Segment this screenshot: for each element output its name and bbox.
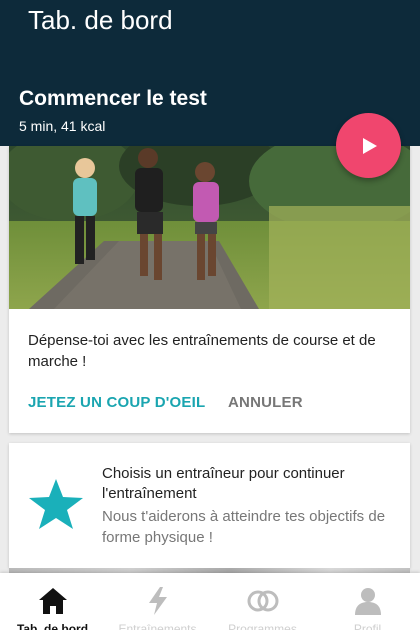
nav-item-dashboard[interactable]: Tab. de bord <box>0 573 105 630</box>
coach-card-title: Choisis un entraîneur pour continuer l'e… <box>102 465 345 502</box>
coach-card-description: Nous t'aiderons à atteindre tes objectif… <box>102 508 386 546</box>
nav-label-profile: Profil <box>353 622 382 630</box>
nav-item-programs[interactable]: Programmes <box>210 573 315 630</box>
star-icon <box>29 479 83 529</box>
nav-item-workouts[interactable]: Entraînements <box>105 573 210 630</box>
running-card: Dépense-toi avec les entraînements de co… <box>9 146 410 433</box>
nav-label-workouts: Entraînements <box>118 622 197 630</box>
play-icon <box>362 137 377 154</box>
rings-icon <box>247 590 279 612</box>
lightning-icon <box>149 587 167 615</box>
nav-item-profile[interactable]: Profil <box>315 573 420 630</box>
start-test-title[interactable]: Commencer le test <box>19 87 207 111</box>
app-title: Tab. de bord <box>28 5 173 35</box>
person-icon <box>355 588 381 615</box>
nav-label-programs: Programmes <box>228 622 297 630</box>
play-button[interactable] <box>336 113 401 178</box>
take-a-look-button[interactable]: JETEZ UN COUP D'OEIL <box>28 394 205 411</box>
running-card-text: Dépense-toi avec les entraînements de co… <box>28 332 376 370</box>
cancel-button[interactable]: ANNULER <box>228 394 303 411</box>
coach-card[interactable]: Choisis un entraîneur pour continuer l'e… <box>9 443 410 568</box>
home-icon <box>39 588 67 614</box>
bottom-navigation: Tab. de bord Entraînements Programmes Pr… <box>0 573 420 630</box>
nav-label-dashboard: Tab. de bord <box>16 622 89 630</box>
start-test-subtitle: 5 min, 41 kcal <box>19 118 106 134</box>
